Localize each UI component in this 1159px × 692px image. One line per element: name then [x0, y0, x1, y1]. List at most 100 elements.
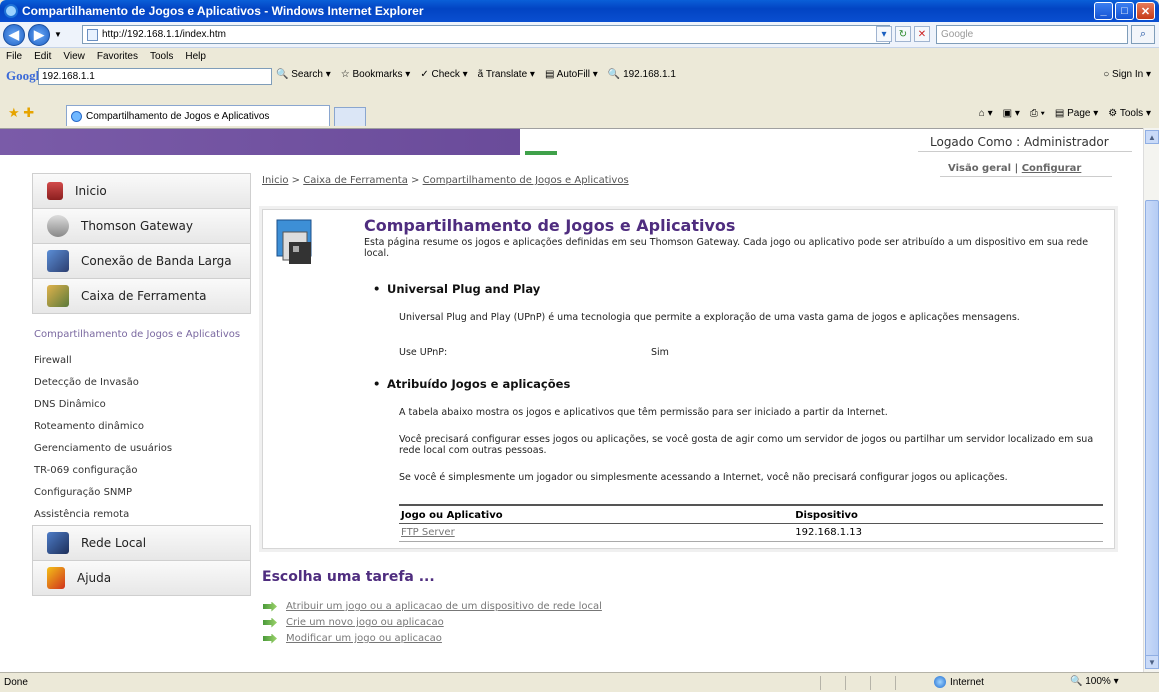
subnav-snmp[interactable]: Configuração SNMP — [32, 481, 251, 503]
task-create[interactable]: Crie um novo jogo ou aplicacao — [263, 617, 444, 628]
home-icon[interactable]: ⌂ ▾ — [979, 108, 993, 119]
sign-in-button[interactable]: ○ Sign In ▾ — [1103, 69, 1151, 80]
nav-item-thomson-gateway[interactable]: Thomson Gateway — [32, 208, 251, 244]
broadband-icon — [47, 250, 69, 272]
menu-file[interactable]: File — [6, 51, 22, 62]
upnp-description: Universal Plug and Play (UPnP) é uma tec… — [399, 312, 1020, 323]
content-panel: Compartilhamento de Jogos e Aplicativos … — [262, 209, 1115, 549]
tools-menu[interactable]: ⚙ Tools ▾ — [1108, 108, 1151, 119]
scroll-thumb[interactable] — [1145, 200, 1159, 660]
use-upnp-value: Sim — [651, 347, 669, 358]
nav-item-inicio[interactable]: Inicio — [32, 173, 251, 209]
menu-bar: File Edit View Favorites Tools Help — [0, 48, 1159, 64]
page-icon — [87, 28, 98, 41]
google-search-label: Search — [291, 69, 323, 80]
menu-tools[interactable]: Tools — [150, 51, 173, 62]
subnav-remote-assistance[interactable]: Assistência remota — [32, 503, 251, 525]
window-title-bar[interactable]: Compartilhamento de Jogos e Aplicativos … — [0, 0, 1159, 22]
nav-item-toolbox[interactable]: Caixa de Ferramenta — [32, 278, 251, 314]
subnav-intrusion-detection[interactable]: Detecção de Invasão — [32, 371, 251, 393]
subnav-games-apps[interactable]: Compartilhamento de Jogos e Aplicativos — [32, 319, 251, 349]
back-button[interactable]: ◀ — [3, 23, 25, 46]
menu-edit[interactable]: Edit — [34, 51, 51, 62]
translate-button[interactable]: ã Translate ▾ — [478, 69, 535, 80]
task-link[interactable]: Atribuir um jogo ou a aplicacao de um di… — [286, 601, 602, 612]
app-link[interactable]: FTP Server — [401, 527, 455, 538]
assigned-text-1: A tabela abaixo mostra os jogos e aplica… — [399, 407, 888, 418]
new-tab-button[interactable] — [334, 107, 366, 126]
subnav-dynamic-routing[interactable]: Roteamento dinâmico — [32, 415, 251, 437]
subnav-dynamic-dns[interactable]: DNS Dinâmico — [32, 393, 251, 415]
check-label: Check — [431, 69, 460, 80]
task-link[interactable]: Modificar um jogo ou aplicacao — [286, 633, 442, 644]
search-input[interactable]: Google — [936, 25, 1128, 44]
use-upnp-label: Use UPnP: — [399, 347, 448, 358]
vertical-scrollbar[interactable]: ▲ ▼ — [1143, 128, 1159, 672]
menu-view[interactable]: View — [63, 51, 85, 62]
nav-label: Inicio — [75, 184, 107, 198]
breadcrumb-current[interactable]: Compartilhamento de Jogos e Aplicativos — [423, 175, 629, 186]
subnav-tr069[interactable]: TR-069 configuração — [32, 459, 251, 481]
subnav-firewall[interactable]: Firewall — [32, 349, 251, 371]
address-url: http://192.168.1.1/index.htm — [102, 29, 226, 40]
page-menu[interactable]: ▤ Page ▾ — [1055, 108, 1098, 119]
breadcrumb-home[interactable]: Inicio — [262, 175, 288, 186]
google-search-input[interactable]: 192.168.1.1 — [38, 68, 272, 85]
task-assign[interactable]: Atribuir um jogo ou a aplicacao de um di… — [263, 601, 602, 612]
feeds-icon[interactable]: ▣ ▾ — [1003, 108, 1020, 119]
forward-button[interactable]: ▶ — [28, 23, 50, 46]
nav-item-help[interactable]: Ajuda — [32, 560, 251, 596]
task-link[interactable]: Crie um novo jogo ou aplicacao — [286, 617, 444, 628]
google-search-button[interactable]: 🔍 Search ▾ — [276, 69, 331, 80]
autofill-label: AutoFill — [556, 69, 591, 80]
scroll-up-icon[interactable]: ▲ — [1145, 130, 1159, 144]
sitesearch-label: 192.168.1.1 — [623, 69, 676, 80]
assigned-text-3: Se você é simplesmente um jogador ou sim… — [399, 472, 1008, 483]
zoom-control[interactable]: 🔍 100% ▾ — [1070, 676, 1119, 687]
address-dropdown-icon[interactable]: ▾ — [876, 26, 892, 42]
overview-link[interactable]: Visão geral — [948, 163, 1011, 174]
favorites-star-icon[interactable]: ★ ✚ — [8, 105, 34, 121]
header-divider — [918, 151, 1132, 152]
nav-item-broadband[interactable]: Conexão de Banda Larga — [32, 243, 251, 279]
check-button[interactable]: ✓ Check ▾ — [420, 69, 467, 80]
breadcrumb-toolbox[interactable]: Caixa de Ferramenta — [303, 175, 408, 186]
tab-title: Compartilhamento de Jogos e Aplicativos — [86, 110, 270, 122]
logged-in-label: Logado Como : Administrador — [930, 135, 1109, 149]
subnav-user-management[interactable]: Gerenciamento de usuários — [32, 437, 251, 459]
history-dropdown-icon[interactable]: ▼ — [54, 30, 62, 39]
nav-item-local-network[interactable]: Rede Local — [32, 525, 251, 561]
status-divider — [895, 676, 896, 690]
page-title: Compartilhamento de Jogos e Aplicativos — [364, 216, 736, 235]
nav-label: Rede Local — [81, 536, 147, 550]
task-modify[interactable]: Modificar um jogo ou aplicacao — [263, 633, 442, 644]
nav-label: Ajuda — [77, 571, 112, 585]
view-switch: Visão geral | Configurar — [948, 163, 1081, 174]
close-button[interactable]: ✕ — [1136, 2, 1155, 20]
column-header: Dispositivo — [793, 504, 1103, 524]
column-header: Jogo ou Aplicativo — [399, 504, 794, 524]
local-network-icon — [47, 532, 69, 554]
search-icon[interactable]: ⌕ — [1131, 25, 1155, 44]
window-title: Compartilhamento de Jogos e Aplicativos … — [22, 4, 424, 18]
security-zone[interactable]: Internet — [934, 676, 984, 688]
tools-menu-label: Tools — [1119, 108, 1144, 119]
address-bar[interactable]: http://192.168.1.1/index.htm — [82, 25, 890, 44]
menu-help[interactable]: Help — [185, 51, 206, 62]
sign-in-label: Sign In — [1112, 69, 1144, 80]
bookmarks-button[interactable]: ☆ Bookmarks ▾ — [341, 69, 411, 80]
browser-tab[interactable]: Compartilhamento de Jogos e Aplicativos — [66, 105, 330, 126]
search-placeholder: Google — [941, 29, 974, 40]
minimize-button[interactable]: _ — [1094, 2, 1113, 20]
sitesearch-button[interactable]: 🔍 192.168.1.1 — [608, 69, 676, 80]
print-icon[interactable]: ⎙ ▾ — [1030, 108, 1045, 119]
refresh-icon[interactable]: ↻ — [895, 26, 911, 42]
configure-link[interactable]: Configurar — [1022, 163, 1082, 174]
scroll-down-icon[interactable]: ▼ — [1145, 655, 1159, 669]
maximize-button[interactable]: □ — [1115, 2, 1134, 20]
stop-icon[interactable]: ✕ — [914, 26, 930, 42]
globe-icon — [934, 676, 946, 688]
autofill-button[interactable]: ▤ AutoFill ▾ — [545, 69, 598, 80]
menu-favorites[interactable]: Favorites — [97, 51, 138, 62]
home-nav-icon — [47, 182, 63, 200]
